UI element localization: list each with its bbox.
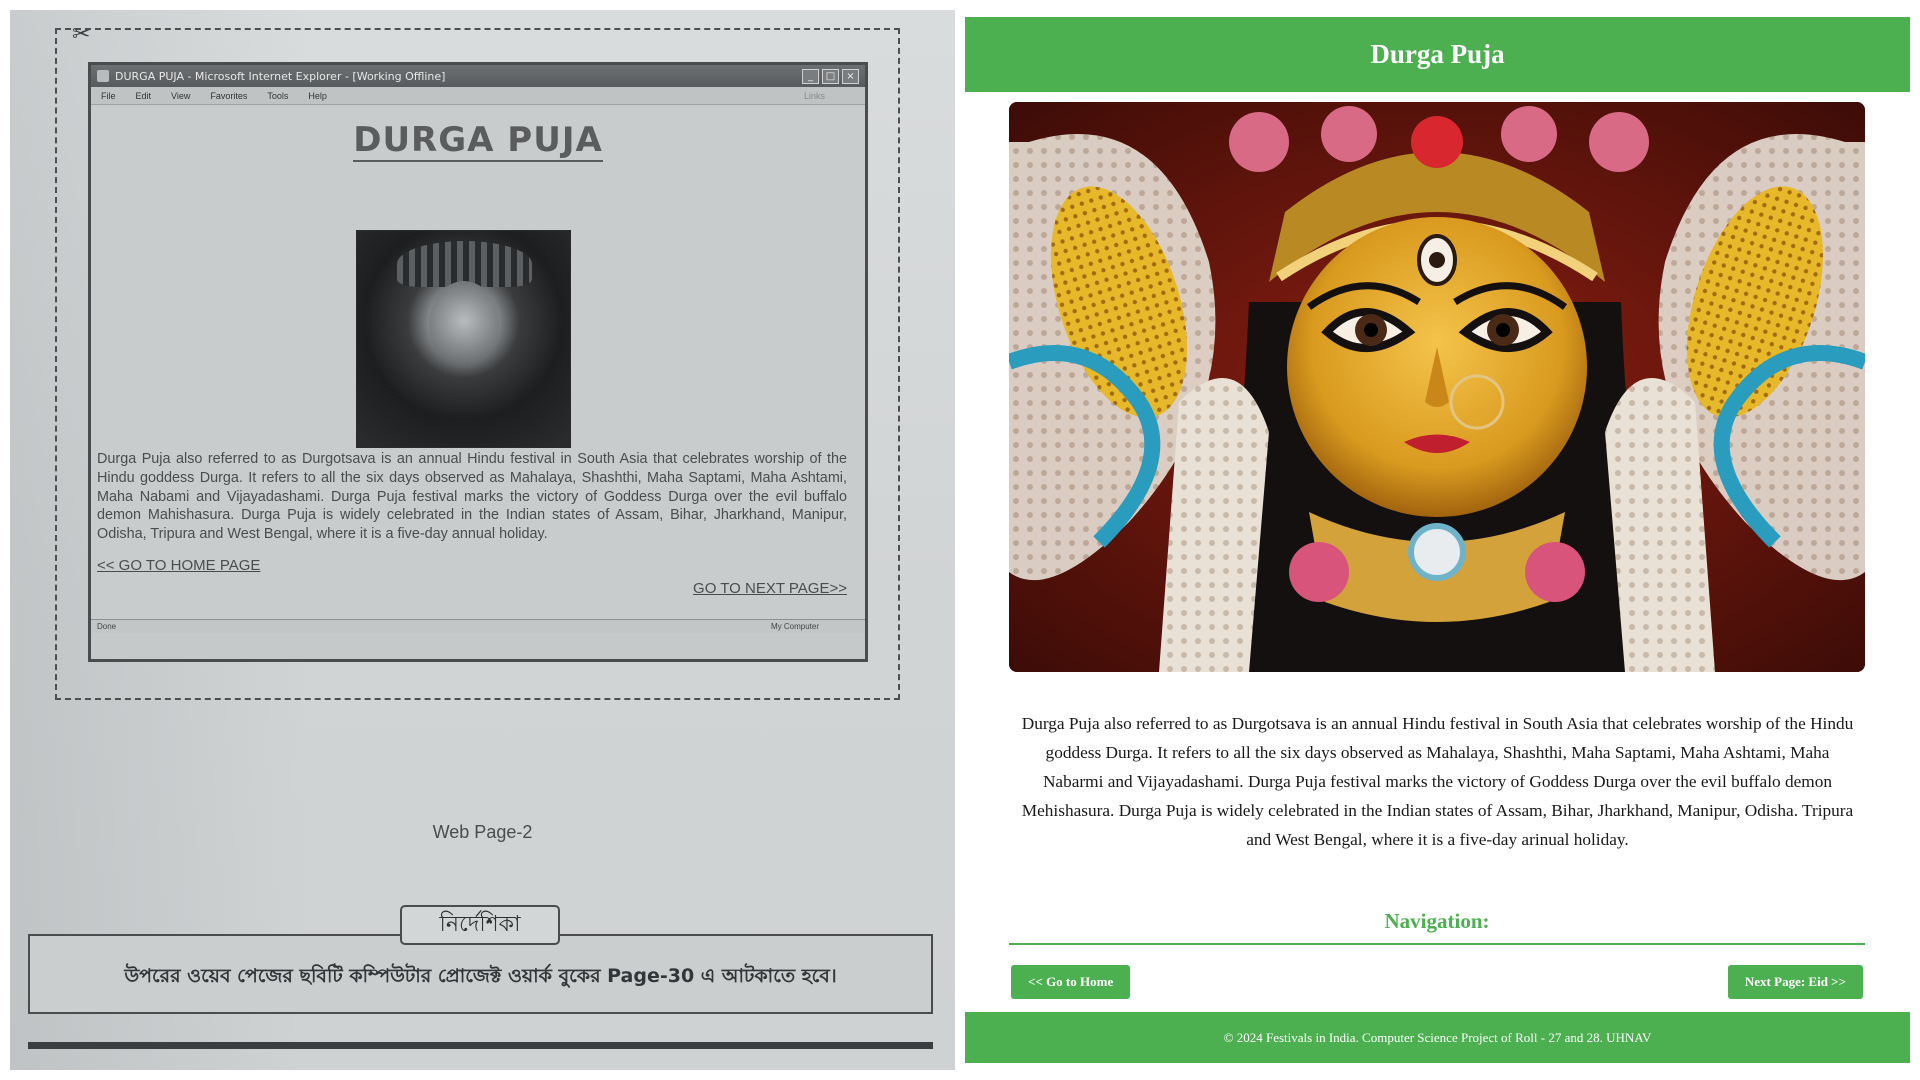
printed-home-link: << GO TO HOME PAGE xyxy=(97,557,261,574)
menu-view: View xyxy=(171,90,191,101)
go-to-home-button[interactable]: << Go to Home xyxy=(1011,965,1131,999)
links-label: Links xyxy=(803,90,825,101)
printed-heading-text: DURGA PUJA xyxy=(353,120,603,162)
navigation-divider xyxy=(1009,943,1865,945)
maximize-icon: □ xyxy=(822,68,839,84)
footer-text: © 2024 Festivals in India. Computer Scie… xyxy=(1223,1029,1652,1045)
web-page-caption: Web Page-2 xyxy=(432,822,533,842)
minimize-icon: _ xyxy=(802,68,819,84)
printed-durga-photo xyxy=(356,230,571,448)
browser-window: DURGA PUJA - Microsoft Internet Explorer… xyxy=(88,62,868,662)
festival-description: Durga Puja also referred to as Durgotsav… xyxy=(1021,714,1854,849)
status-done: Done xyxy=(97,622,117,631)
printout-photo: ✂ DURGA PUJA - Microsoft Internet Explor… xyxy=(10,10,955,1070)
printed-next-link: GO TO NEXT PAGE>> xyxy=(693,580,847,597)
browser-status-bar: Done My Computer xyxy=(91,619,865,633)
browser-content: DURGA PUJA Durga Puja also referred to a… xyxy=(91,105,865,633)
page-title: Durga Puja xyxy=(1370,39,1505,69)
browser-menu-bar: File Edit View Favorites Tools Help Link… xyxy=(91,87,865,105)
status-my-computer: My Computer xyxy=(770,622,819,631)
page-header: Durga Puja xyxy=(965,17,1910,92)
printed-page-heading: DURGA PUJA xyxy=(91,120,865,162)
instruction-tab: নির্দেশিকা xyxy=(400,905,560,945)
scissors-icon: ✂ xyxy=(72,22,91,47)
durga-idol-image xyxy=(1009,102,1865,672)
webpage: Durga Puja Durga Puja also referred to a… xyxy=(965,17,1910,1063)
close-icon: × xyxy=(842,68,859,84)
menu-edit: Edit xyxy=(135,90,152,101)
bottom-rule xyxy=(28,1042,933,1049)
instruction-box: উপরের ওয়েব পেজের ছবিটি কম্পিউটার প্রোজে… xyxy=(28,934,933,1014)
menu-help: Help xyxy=(308,90,327,101)
page-footer: © 2024 Festivals in India. Computer Scie… xyxy=(965,1012,1910,1063)
menu-favorites: Favorites xyxy=(210,90,248,101)
printed-paragraph: Durga Puja also referred to as Durgotsav… xyxy=(97,451,847,543)
browser-title-text: DURGA PUJA - Microsoft Internet Explorer… xyxy=(115,69,446,83)
menu-file: File xyxy=(101,90,116,101)
menu-tools: Tools xyxy=(267,90,289,101)
durga-idol-illustration xyxy=(1009,102,1865,672)
browser-app-icon xyxy=(97,70,109,82)
printed-photo-face xyxy=(429,281,499,369)
browser-title-bar: DURGA PUJA - Microsoft Internet Explorer… xyxy=(91,65,865,87)
navigation-heading: Navigation: xyxy=(1384,909,1490,933)
instruction-text: উপরের ওয়েব পেজের ছবিটি কম্পিউটার প্রোজে… xyxy=(124,965,837,987)
next-page-button[interactable]: Next Page: Eid >> xyxy=(1727,965,1863,999)
